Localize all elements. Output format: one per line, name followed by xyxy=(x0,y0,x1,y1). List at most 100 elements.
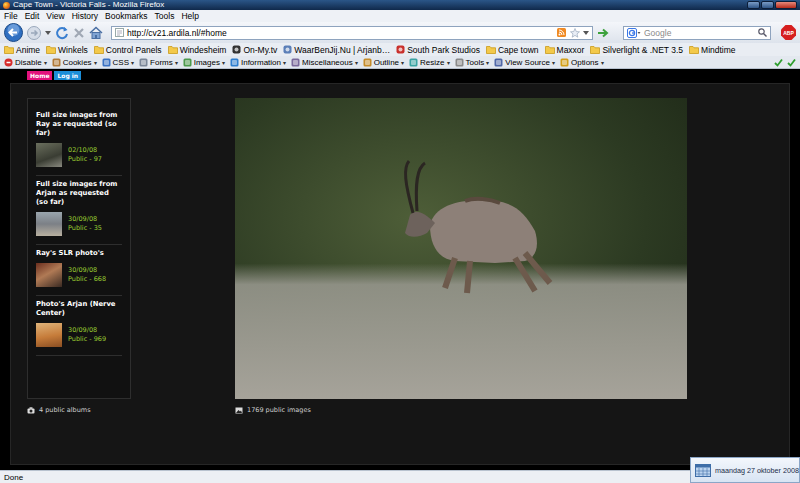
album-title[interactable]: Full size images from Arjan as requested… xyxy=(36,180,122,207)
dev-menu-label: Resize xyxy=(420,58,444,67)
nav-link[interactable]: Log in xyxy=(54,71,81,80)
html-valid-check-icon xyxy=(787,58,796,67)
album-thumbnail[interactable] xyxy=(36,212,62,236)
web-page: HomeLog in Full size images from Ray as r… xyxy=(0,69,800,470)
album-item[interactable]: Full size images from Ray as requested (… xyxy=(36,107,122,176)
dev-menu[interactable]: Disable▾ xyxy=(4,58,47,67)
albums-column: Full size images from Ray as requested (… xyxy=(27,98,131,464)
dev-menu-label: Outline xyxy=(374,58,399,67)
dev-menu[interactable]: Tools▾ xyxy=(455,58,490,67)
dev-menu[interactable]: Options▾ xyxy=(560,58,604,67)
dev-menu[interactable]: Miscellaneous▾ xyxy=(291,58,358,67)
bookmark-item[interactable]: Control Panels xyxy=(94,45,162,55)
album-item[interactable]: Ray's SLR photo's30/09/08Public - 668 xyxy=(36,245,122,296)
history-dropdown-icon[interactable] xyxy=(45,30,51,36)
dev-menu-label: Forms xyxy=(150,58,173,67)
dev-menu[interactable]: View Source▾ xyxy=(494,58,555,67)
bookmark-label: Mindtime xyxy=(701,45,735,55)
forward-button[interactable] xyxy=(27,26,41,40)
album-details: 30/09/08Public - 969 xyxy=(36,323,122,347)
album-thumbnail[interactable] xyxy=(36,323,62,347)
bookmark-item[interactable]: Windesheim xyxy=(168,45,227,55)
menu-item[interactable]: Bookmarks xyxy=(105,11,148,21)
bookmark-star-icon[interactable] xyxy=(570,28,580,38)
search-input[interactable] xyxy=(644,27,755,38)
bookmark-item[interactable]: Cape town xyxy=(486,45,539,55)
dev-menu-label: Information xyxy=(241,58,281,67)
dropdown-arrow: ▾ xyxy=(283,59,286,66)
reload-button[interactable] xyxy=(55,26,69,40)
album-item[interactable]: Photo's Arjan (Nerve Center) 30/09/08Publ… xyxy=(36,296,122,356)
dropdown-arrow: ▾ xyxy=(44,59,47,66)
minimize-button[interactable] xyxy=(747,1,760,9)
rss-feed-icon[interactable] xyxy=(557,28,567,37)
dev-menu[interactable]: Cookies▾ xyxy=(52,58,97,67)
bookmark-item[interactable]: Mindtime xyxy=(689,45,735,55)
images-total: 1769 public images xyxy=(247,406,311,414)
folder-icon xyxy=(590,45,600,54)
picture-icon xyxy=(235,407,243,414)
album-thumbnail[interactable] xyxy=(36,143,62,167)
go-button[interactable] xyxy=(597,27,609,39)
back-button[interactable] xyxy=(4,23,23,42)
status-text: Done xyxy=(4,473,23,482)
forward-arrow-icon xyxy=(27,26,41,40)
web-developer-toolbar: Disable▾Cookies▾CSS▾Forms▾Images▾Informa… xyxy=(0,56,800,69)
dev-menu[interactable]: Outline▾ xyxy=(363,58,404,67)
bookmark-item[interactable]: Winkels xyxy=(46,45,88,55)
menu-item[interactable]: Edit xyxy=(25,11,40,21)
folder-icon xyxy=(545,45,555,54)
dev-menu[interactable]: Forms▾ xyxy=(139,58,178,67)
dev-menu-label: Images xyxy=(194,58,220,67)
google-engine-icon[interactable] xyxy=(627,28,641,38)
albums-caption: 4 public albums xyxy=(27,406,131,414)
dev-menu[interactable]: CSS▾ xyxy=(102,58,134,67)
home-button[interactable] xyxy=(89,26,103,39)
dev-tool-icon xyxy=(409,58,418,67)
bookmark-item[interactable]: On-My.tv xyxy=(232,45,277,55)
folder-icon xyxy=(486,45,496,54)
dev-menu[interactable]: Images▾ xyxy=(183,58,225,67)
menu-item[interactable]: Tools xyxy=(155,11,175,21)
bookmark-label: Control Panels xyxy=(106,45,162,55)
menu-item[interactable]: History xyxy=(72,11,98,21)
close-button[interactable] xyxy=(775,1,797,9)
album-title[interactable]: Photo's Arjan (Nerve Center) xyxy=(36,300,122,318)
stop-button[interactable] xyxy=(73,27,85,39)
adblock-button[interactable]: ABP xyxy=(781,25,796,40)
disable-icon xyxy=(4,58,13,67)
menu-item[interactable]: View xyxy=(46,11,64,21)
dev-tool-icon xyxy=(494,58,503,67)
date-notification[interactable]: maandag 27 oktober 2008 xyxy=(690,457,800,483)
album-item[interactable]: Full size images from Arjan as requested… xyxy=(36,176,122,245)
album-title[interactable]: Ray's SLR photo's xyxy=(36,249,122,258)
bookmark-item[interactable]: Maxxor xyxy=(545,45,585,55)
dropdown-arrow: ▾ xyxy=(131,59,134,66)
bookmarks-toolbar: Anime Winkels Control Panels Windesheim On-M… xyxy=(0,43,800,56)
featured-photo[interactable] xyxy=(235,98,687,399)
notification-text: maandag 27 oktober 2008 xyxy=(715,466,799,475)
dev-menu[interactable]: Information▾ xyxy=(230,58,286,67)
album-title[interactable]: Full size images from Ray as requested (… xyxy=(36,111,122,138)
search-field[interactable] xyxy=(623,26,771,40)
dropdown-arrow: ▾ xyxy=(447,59,450,66)
maximize-button[interactable] xyxy=(761,1,774,9)
albums-total: 4 public albums xyxy=(39,406,91,414)
search-magnifier-icon[interactable] xyxy=(758,28,767,37)
bookmark-item[interactable]: Silverlight & .NET 3.5 xyxy=(590,45,683,55)
menu-item[interactable]: Help xyxy=(181,11,198,21)
menu-item[interactable]: File xyxy=(4,11,18,21)
dev-tool-icon xyxy=(52,58,61,67)
bookmark-label: Maxxor xyxy=(557,45,585,55)
bookmark-item[interactable]: South Park Studios xyxy=(396,45,480,55)
bookmark-item[interactable]: WaarBenJij.Nu | Arjanb… xyxy=(283,45,390,55)
url-dropdown-icon[interactable] xyxy=(583,30,589,36)
address-bar[interactable]: http://cv21.ardila.nl/#home xyxy=(111,26,593,40)
dev-menu-label: Options xyxy=(571,58,599,67)
dropdown-arrow: ▾ xyxy=(601,59,604,66)
dev-menu[interactable]: Resize▾ xyxy=(409,58,449,67)
nav-link[interactable]: Home xyxy=(27,71,52,80)
images-caption: 1769 public images xyxy=(235,406,687,414)
bookmark-item[interactable]: Anime xyxy=(4,45,40,55)
album-thumbnail[interactable] xyxy=(36,263,62,287)
